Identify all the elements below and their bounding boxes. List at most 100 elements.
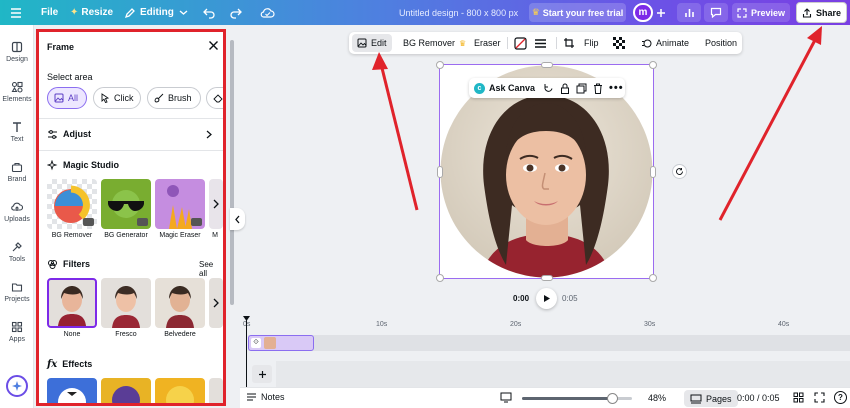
rail-item-brand[interactable]: Brand: [0, 161, 34, 195]
notes-button[interactable]: Notes: [246, 392, 285, 402]
resize-label: Resize: [81, 7, 114, 18]
filter-label: Fresco: [115, 331, 137, 338]
rail-item-apps[interactable]: Apps: [0, 321, 34, 355]
adjust-row[interactable]: Adjust: [47, 126, 217, 142]
rail-item-tools[interactable]: Tools: [0, 241, 34, 275]
monitor-icon[interactable]: [500, 392, 512, 406]
help-icon[interactable]: ?: [834, 391, 847, 404]
resize-handle[interactable]: [650, 166, 656, 178]
select-all-chip[interactable]: All: [47, 87, 87, 109]
design-title[interactable]: Untitled design - 800 x 800 px: [399, 0, 518, 25]
zoom-slider-thumb[interactable]: [606, 393, 618, 404]
cloud-save-icon[interactable]: [260, 0, 275, 25]
bg-generator-thumb[interactable]: [101, 179, 151, 229]
resize-handle[interactable]: [649, 61, 657, 69]
border-color-icon[interactable]: [514, 32, 527, 54]
add-page-button[interactable]: [252, 365, 272, 383]
bottom-bar: Notes 48% Pages 0:00 / 0:05 ?: [240, 387, 850, 408]
crop-icon[interactable]: [563, 32, 575, 54]
select-brush-chip[interactable]: Brush: [147, 87, 201, 109]
brush-icon: [154, 93, 164, 103]
rotate-icon[interactable]: [543, 83, 554, 94]
redo-icon[interactable]: [229, 0, 242, 25]
select-more-chip[interactable]: [206, 87, 223, 109]
resize-button[interactable]: ✦ Resize: [70, 0, 113, 25]
grid-view-icon[interactable]: [793, 392, 804, 406]
play-button[interactable]: [536, 288, 557, 309]
lock-icon[interactable]: [560, 83, 570, 94]
transparency-icon[interactable]: [613, 32, 625, 54]
effect-thumb[interactable]: [155, 378, 205, 403]
delete-icon[interactable]: [593, 83, 603, 94]
sparkle-icon: ✦: [70, 7, 79, 18]
filter-none-thumb[interactable]: [47, 278, 97, 328]
apps-icon: [11, 321, 23, 333]
position-button[interactable]: Position: [705, 32, 737, 54]
magic-assistant-icon[interactable]: [6, 375, 28, 397]
insights-icon[interactable]: [677, 3, 701, 22]
more-options-icon[interactable]: •••: [609, 82, 624, 94]
flip-button[interactable]: Flip: [584, 32, 599, 54]
canva-logo-icon: c: [474, 82, 485, 94]
see-all-link[interactable]: See all: [199, 260, 223, 278]
collapse-panel-handle[interactable]: [230, 208, 245, 230]
resize-handle[interactable]: [541, 275, 553, 281]
avatar[interactable]: m: [633, 3, 653, 22]
resize-handle[interactable]: [541, 62, 553, 68]
annotation-arrowhead: [807, 26, 822, 45]
resize-handle[interactable]: [436, 61, 444, 69]
rail-item-uploads[interactable]: Uploads: [0, 201, 34, 235]
ask-canva-button[interactable]: Ask Canva: [489, 83, 535, 93]
zoom-level[interactable]: 48%: [648, 393, 666, 403]
close-icon[interactable]: [208, 40, 219, 54]
filter-fresco-thumb[interactable]: [101, 278, 151, 328]
effect-thumb[interactable]: [101, 378, 151, 403]
chevron-left-icon: [235, 215, 240, 223]
select-click-chip[interactable]: Click: [93, 87, 141, 109]
comment-icon[interactable]: [704, 3, 728, 22]
border-style-icon[interactable]: [534, 32, 547, 54]
add-track-area[interactable]: [276, 361, 850, 387]
bg-remover-button[interactable]: BG Remover ♛: [403, 32, 466, 54]
bg-remover-thumb[interactable]: [47, 179, 97, 229]
duplicate-icon[interactable]: [576, 83, 587, 94]
panel-scrollbar[interactable]: [230, 40, 234, 305]
rail-item-elements[interactable]: Elements: [0, 81, 34, 115]
more-filters-thumb[interactable]: [209, 278, 223, 328]
resize-handle[interactable]: [436, 274, 444, 282]
animate-button[interactable]: Animate: [641, 32, 689, 54]
edit-label: Edit: [371, 38, 387, 48]
rail-item-text[interactable]: Text: [0, 121, 34, 155]
add-collaborator-icon[interactable]: [653, 3, 669, 22]
rotate-canvas-icon[interactable]: [672, 164, 687, 179]
fullscreen-icon[interactable]: [814, 392, 825, 406]
preview-button[interactable]: Preview: [732, 3, 790, 22]
playhead[interactable]: [246, 318, 247, 387]
rail-item-design[interactable]: Design: [0, 41, 34, 75]
edit-button[interactable]: Edit: [352, 34, 392, 52]
magic-eraser-thumb[interactable]: [155, 179, 205, 229]
editing-mode-dropdown[interactable]: Editing: [124, 0, 188, 25]
timeline-tick: 10s: [376, 321, 388, 328]
undo-icon[interactable]: [203, 0, 216, 25]
more-effects-thumb[interactable]: [209, 378, 223, 403]
filter-belvedere-thumb[interactable]: [155, 278, 205, 328]
effect-thumb[interactable]: [47, 378, 97, 403]
start-free-trial-button[interactable]: ♛ Start your free trial: [529, 3, 626, 22]
file-menu[interactable]: File: [41, 0, 58, 25]
resize-handle[interactable]: [437, 166, 443, 178]
zoom-slider[interactable]: [522, 393, 632, 404]
resize-handle[interactable]: [649, 274, 657, 282]
eraser-button[interactable]: Eraser: [474, 32, 501, 54]
annotation-arrowhead: [372, 52, 388, 70]
more-magic-thumb[interactable]: [209, 179, 223, 229]
rail-label: Text: [10, 136, 24, 143]
share-button[interactable]: Share: [796, 2, 847, 23]
fx-icon: fx: [47, 358, 58, 370]
rail-item-projects[interactable]: Projects: [0, 281, 34, 315]
pages-button[interactable]: Pages: [684, 390, 738, 407]
magic-sparkle-icon: [47, 159, 58, 170]
timeline-clip[interactable]: ⟐: [248, 335, 314, 351]
eraser-icon: [213, 94, 223, 103]
menu-icon[interactable]: [10, 0, 22, 25]
